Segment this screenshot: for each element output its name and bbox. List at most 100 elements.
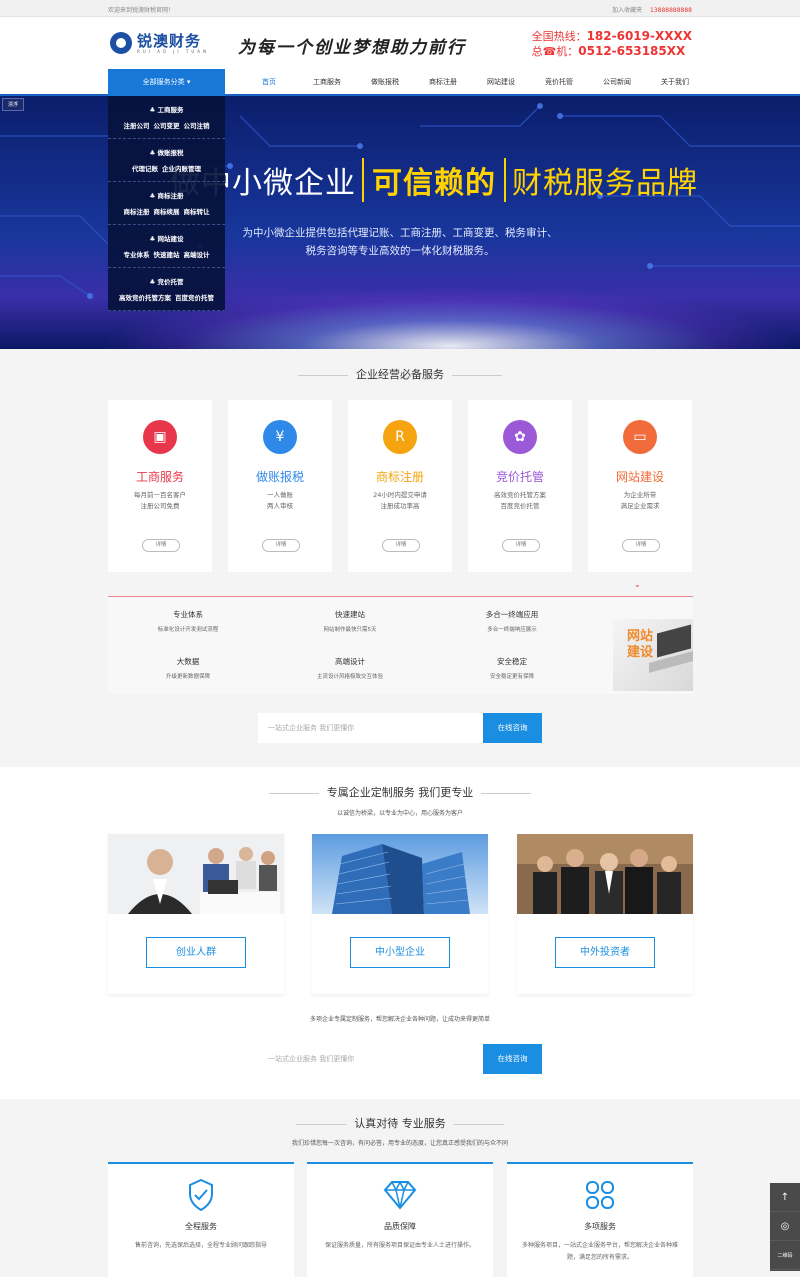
dropdown-link[interactable]: 公司注销 (184, 122, 210, 130)
card-title: 商标注册 (375, 470, 424, 484)
dropdown-group-head[interactable]: 工商服务 (108, 104, 225, 114)
dropdown-link[interactable]: 注册公司 (124, 122, 150, 130)
service-card[interactable]: ▣ 工商服务每月前一百名客户 注册公司免费详情 (108, 400, 212, 572)
feature-desc: 安全稳定更有保障 (489, 674, 534, 680)
dropdown-group-head[interactable]: 做账报税 (108, 147, 225, 157)
feature-title: 大数据 (176, 657, 200, 666)
service-card[interactable]: ✿ 竞价托管 高效竞价托管方案 百度竞价托管 详情 (468, 400, 572, 572)
consult-button[interactable]: 在线咨询 (483, 1044, 542, 1074)
service-quality: 品质保障 保证服务质量，所有服务项目保证由专业人士进行操作。 (307, 1162, 493, 1277)
consult-button[interactable]: 在线咨询 (483, 713, 542, 743)
feature-desc: 升级更新数据保障 (165, 674, 210, 680)
dropdown-link[interactable]: 百度竞价托管 (175, 294, 214, 302)
dropdown-group-head[interactable]: 网站建设 (108, 233, 225, 243)
nav-item[interactable]: 首页 (240, 69, 298, 98)
card-desc-line: 一人做账 (267, 491, 293, 499)
header-slogan: 为每一个创业梦想助力前行 (238, 38, 466, 58)
briefcase-icon: ▣ (143, 420, 177, 454)
dropdown-link[interactable]: 商标注册 (124, 208, 150, 216)
search-input[interactable]: 一站式企业服务 我们更懂你 (258, 713, 483, 743)
dropdown-link[interactable]: 企业内账管理 (162, 165, 201, 173)
nav-item[interactable]: 竞价托管 (530, 69, 588, 98)
clover-icon (507, 1178, 693, 1212)
card-detail-button[interactable]: 详情 (142, 539, 180, 552)
nav-item[interactable]: 网站建设 (472, 69, 530, 98)
dropdown-link[interactable]: 高效竞价托管方案 (119, 294, 171, 302)
service-cards: ▣ 工商服务 每月前一百名客户 注册公司免费 详情 ¥ 做账报税 一人做账 两人审核 详情 R 商标注… (108, 400, 692, 572)
dropdown-link[interactable]: 代理记账 (132, 165, 158, 173)
service-card[interactable]: ▭ 网站建设 为企业所带 满足企业需求 详情 (588, 400, 692, 572)
feature-panel: 网站 建设 专业体系 标准化设计开发测试流程 快速建站 网站制作最快只需5天 多合一终端应… (108, 596, 693, 694)
feature-title: 多合一终端应用 (485, 610, 539, 619)
bookmark-link[interactable]: 加入收藏夹 (612, 7, 642, 14)
nav-item[interactable]: 商标注册 (414, 69, 472, 98)
all-services-menu[interactable]: 全部服务分类 ▾ (108, 69, 225, 96)
card-detail-button[interactable]: 详情 (622, 539, 660, 552)
service-full-process: 全程服务 售前咨询，先选保后选择，全程专业顾问跟踪指导 (108, 1162, 294, 1277)
feature-item: 专业体系 标准化设计开发测试流程 (108, 609, 268, 633)
nav-item[interactable]: 做账报税 (356, 69, 414, 98)
custom-service-promo: 多项企业专属定制服务，帮您解决企业各种问题，让成功来得更简单 (309, 1016, 490, 1023)
audience-sme-button[interactable]: 中小型企业 (350, 937, 450, 968)
back-to-top-icon[interactable]: ↑ (770, 1183, 800, 1212)
dropdown-group-head[interactable]: 商标注册 (108, 190, 225, 200)
service-desc: 多种服务项目，一站式企业服务平台，帮您解决企业各种难题，满足您的所有需求。 (521, 1242, 678, 1261)
audience-startup-button[interactable]: 创业人群 (146, 937, 246, 968)
audience-investor-button[interactable]: 中外投资者 (555, 937, 655, 968)
wechat-icon[interactable]: ◎ (770, 1212, 800, 1241)
dropdown-link[interactable]: 专业体系 (124, 251, 150, 259)
dropdown-group: 做账报税代理记账企业内账管理 (108, 139, 225, 182)
section-quality-subtitle: 我们珍惜您每一次咨询，有问必答，用专业的态度，让您真正感受我们的与众不同 (291, 1140, 508, 1147)
service-card[interactable]: ¥ 做账报税 一人做账 两人审核 详情 (228, 400, 332, 572)
shield-check-icon (108, 1178, 294, 1212)
hotline-block: 全国热线：182-6019-XXXX 总☎机：0512-653185XX (532, 29, 692, 59)
feature-item: 安全稳定 安全稳定更有保障 (432, 656, 592, 680)
nav-item[interactable]: 公司新闻 (588, 69, 646, 98)
feature-desc: 主流设计风格极致交互体验 (316, 674, 383, 680)
service-multiple: 多项服务 多种服务项目，一站式企业服务平台，帮您解决企业各种难题，满足您的所有需… (507, 1162, 693, 1277)
float-tag[interactable]: 漂浮 (2, 98, 25, 111)
chevron-down-icon[interactable]: ⌄ (634, 580, 641, 589)
service-desc: 售前咨询，先选保后选择，全程专业顾问跟踪指导 (134, 1242, 267, 1249)
search-input[interactable]: 一站式企业服务 我们更懂你 (258, 1044, 483, 1074)
phone-label: 总☎机： (531, 45, 579, 58)
section-title-text: 认真对待 专业服务 (354, 1117, 446, 1130)
card-detail-button[interactable]: 详情 (382, 539, 420, 552)
dropdown-link[interactable]: 快速建站 (154, 251, 180, 259)
welcome-text: 欢迎来到锐澳财税官网！ (108, 7, 175, 14)
services-dropdown: 工商服务注册公司公司变更公司注销做账报税代理记账企业内账管理商标注册商标注册商标… (108, 96, 225, 311)
nav-item[interactable]: 关于我们 (646, 69, 704, 98)
section-quality-title: 认真对待 专业服务 (0, 1115, 800, 1131)
card-detail-button[interactable]: 详情 (262, 539, 300, 552)
diamond-icon (307, 1178, 493, 1212)
card-desc-line: 每月前一百名客户 (134, 491, 186, 499)
card-desc-line: 注册公司免费 (140, 502, 180, 510)
feature-title: 快速建站 (335, 610, 365, 619)
dropdown-group-head[interactable]: 竞价托管 (108, 276, 225, 286)
consult-search-bar-2: 一站式企业服务 我们更懂你 在线咨询 (258, 1044, 542, 1074)
section-title-text: 专属企业定制服务 我们更专业 (326, 786, 474, 799)
banner-title-highlight: 可信赖的 (362, 158, 506, 202)
card-desc: 高效竞价托管方案 百度竞价托管 (468, 490, 572, 512)
dropdown-link[interactable]: 商标转让 (184, 208, 210, 216)
phone-number: 0512-653185XX (578, 44, 686, 58)
website-build-image: 网站 建设 (613, 619, 693, 691)
card-desc: 为企业所带 满足企业需求 (588, 490, 692, 512)
nav-item[interactable]: 工商服务 (298, 69, 356, 98)
logo-subtitle: RUI AO JI TUAN (137, 48, 209, 54)
floating-sidebar: ↑ ◎ 二维码 (770, 1183, 800, 1271)
monitor-icon: ▭ (623, 420, 657, 454)
card-desc-line: 两人审核 (267, 502, 293, 510)
card-detail-button[interactable]: 详情 (502, 539, 540, 552)
qr-code-button[interactable]: 二维码 (770, 1241, 800, 1270)
service-desc: 保证服务质量，所有服务项目保证由专业人士进行操作。 (324, 1242, 475, 1249)
feature-item: 大数据升级更新数据保障 (108, 656, 268, 680)
service-card[interactable]: R 商标注册 24小时内提交申请 注册成功率高 详情 (348, 400, 452, 572)
site-logo[interactable]: 锐澳财务 RUI AO JI TUAN (110, 32, 209, 54)
dropdown-link[interactable]: 高端设计 (184, 251, 210, 259)
card-desc-line: 百度竞价托管 (500, 502, 540, 510)
section-title-text: 企业经营必备服务 (356, 368, 444, 381)
dropdown-link[interactable]: 公司变更 (154, 122, 180, 130)
card-title: 工商服务 (135, 470, 184, 484)
dropdown-link[interactable]: 商标续展 (154, 208, 180, 216)
